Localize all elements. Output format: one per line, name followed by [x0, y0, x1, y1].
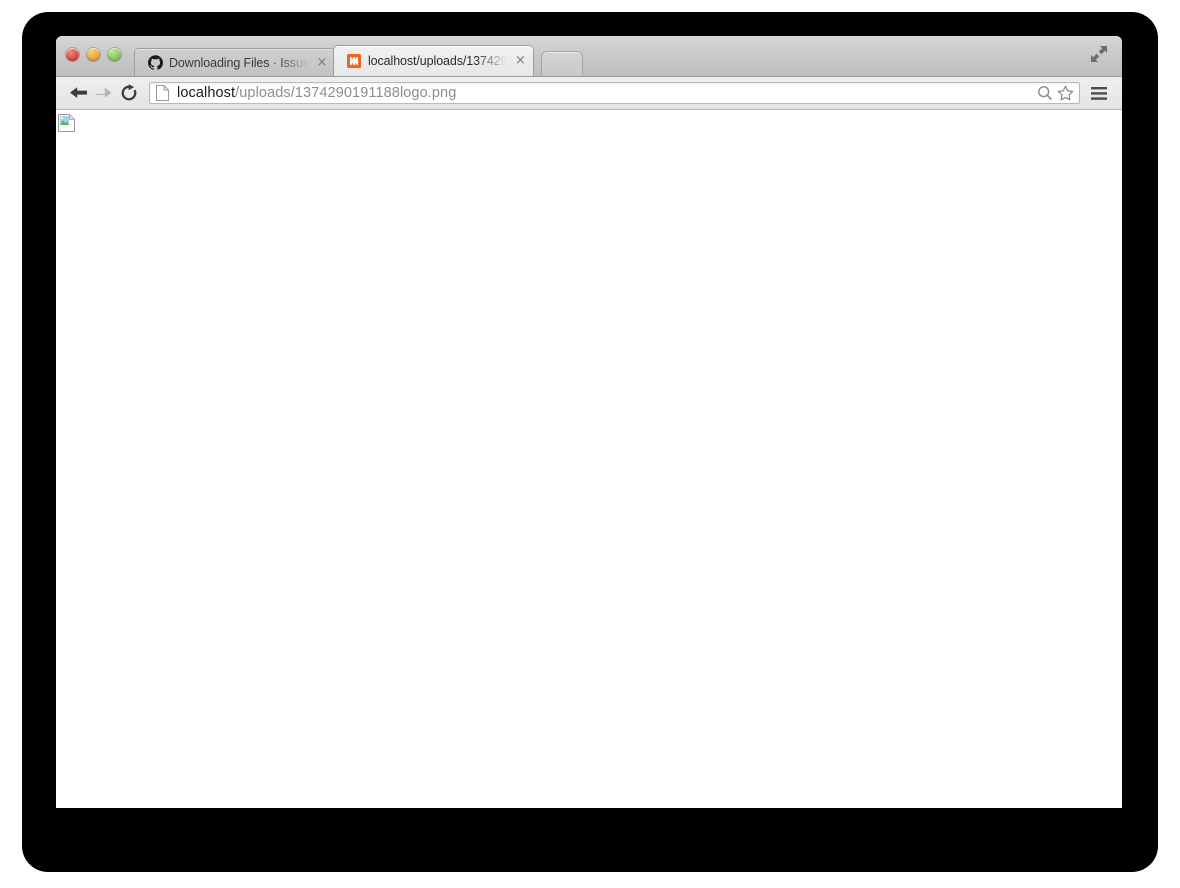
- close-tab-button[interactable]: ×: [513, 54, 527, 68]
- navigation-toolbar: localhost/uploads/1374290191188logo.png: [56, 77, 1122, 110]
- back-arrow-icon[interactable]: [66, 81, 91, 106]
- url-host: localhost: [177, 85, 236, 101]
- new-tab-button[interactable]: [541, 51, 584, 76]
- close-tab-button[interactable]: ×: [315, 56, 329, 70]
- browser-tab-github[interactable]: Downloading Files · Issue # ×: [134, 48, 336, 76]
- minimize-window-button[interactable]: [87, 48, 100, 61]
- hamburger-menu-icon[interactable]: [1086, 81, 1112, 105]
- forward-arrow-icon: [91, 81, 116, 106]
- browser-tab-title: localhost/uploads/137429: [368, 54, 508, 68]
- broken-image-placeholder-icon: [58, 114, 75, 132]
- browser-tab-title: Downloading Files · Issue #: [169, 55, 309, 70]
- broken-image-favicon-icon: [346, 53, 362, 69]
- star-icon[interactable]: [1055, 84, 1075, 102]
- address-bar[interactable]: localhost/uploads/1374290191188logo.png: [149, 82, 1080, 104]
- fullscreen-arrows-icon[interactable]: [1086, 42, 1112, 66]
- url-text: localhost/uploads/1374290191188logo.png: [177, 85, 1035, 101]
- reload-icon[interactable]: [116, 81, 141, 106]
- browser-tab-localhost-image[interactable]: localhost/uploads/137429 ×: [333, 45, 535, 76]
- page-content: [56, 110, 1122, 807]
- tab-strip: Downloading Files · Issue # × localhost/…: [134, 43, 584, 76]
- screenshot-root: Downloading Files · Issue # × localhost/…: [0, 0, 1180, 888]
- close-window-button[interactable]: [66, 48, 79, 61]
- maximize-window-button[interactable]: [108, 48, 121, 61]
- document-icon: [156, 85, 170, 101]
- window-titlebar: Downloading Files · Issue # × localhost/…: [56, 36, 1122, 77]
- url-path: /uploads/1374290191188logo.png: [235, 85, 457, 101]
- window-controls: [66, 48, 121, 61]
- browser-window: Downloading Files · Issue # × localhost/…: [56, 36, 1122, 808]
- magnifier-icon[interactable]: [1035, 84, 1055, 102]
- github-octocat-icon: [147, 55, 163, 71]
